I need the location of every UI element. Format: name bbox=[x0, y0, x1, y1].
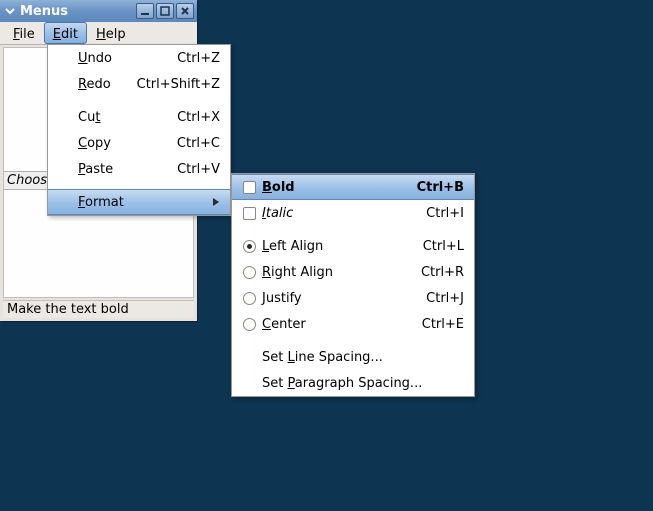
menu-item-italic[interactable]: Italic Ctrl+I bbox=[232, 200, 474, 226]
checkbox-icon bbox=[243, 207, 256, 220]
menu-edit[interactable]: Edit bbox=[44, 22, 87, 44]
format-dropdown: Bold Ctrl+B Italic Ctrl+I Left Align Ctr… bbox=[231, 173, 475, 397]
menu-item-format[interactable]: Format bbox=[48, 189, 230, 215]
menu-item-cut[interactable]: Cut Ctrl+X bbox=[48, 104, 230, 130]
menu-item-line-spacing[interactable]: Set Line Spacing... bbox=[232, 344, 474, 370]
menubar: File Edit Help bbox=[0, 22, 197, 45]
radio-icon bbox=[243, 240, 256, 253]
close-button[interactable] bbox=[176, 3, 194, 19]
hint-text: Choos bbox=[4, 171, 50, 190]
window-title: Menus bbox=[20, 4, 136, 19]
menu-item-paste[interactable]: Paste Ctrl+V bbox=[48, 156, 230, 182]
radio-icon bbox=[243, 292, 256, 305]
menu-item-right-align[interactable]: Right Align Ctrl+R bbox=[232, 259, 474, 285]
statusbar: Make the text bold bbox=[3, 300, 194, 318]
window-menu-icon[interactable] bbox=[5, 6, 15, 16]
checkbox-icon bbox=[243, 181, 256, 194]
radio-icon bbox=[243, 318, 256, 331]
minimize-button[interactable] bbox=[136, 3, 154, 19]
menu-separator bbox=[236, 229, 470, 230]
statusbar-text: Make the text bold bbox=[7, 302, 129, 317]
menu-item-justify[interactable]: Justify Ctrl+J bbox=[232, 285, 474, 311]
menu-item-bold[interactable]: Bold Ctrl+B bbox=[232, 174, 474, 200]
menu-item-paragraph-spacing[interactable]: Set Paragraph Spacing... bbox=[232, 370, 474, 396]
radio-icon bbox=[243, 266, 256, 279]
menu-item-left-align[interactable]: Left Align Ctrl+L bbox=[232, 233, 474, 259]
menu-help[interactable]: Help bbox=[87, 22, 135, 44]
menu-item-redo[interactable]: Redo Ctrl+Shift+Z bbox=[48, 71, 230, 97]
submenu-arrow-icon bbox=[212, 197, 220, 207]
menu-item-undo[interactable]: Undo Ctrl+Z bbox=[48, 45, 230, 71]
titlebar[interactable]: Menus bbox=[0, 0, 197, 22]
menu-file[interactable]: File bbox=[4, 22, 44, 44]
menu-item-center[interactable]: Center Ctrl+E bbox=[232, 311, 474, 337]
edit-dropdown: Undo Ctrl+Z Redo Ctrl+Shift+Z Cut Ctrl+X… bbox=[47, 44, 231, 216]
menu-separator bbox=[52, 100, 226, 101]
menu-item-copy[interactable]: Copy Ctrl+C bbox=[48, 130, 230, 156]
menu-separator bbox=[236, 340, 470, 341]
menu-separator bbox=[52, 185, 226, 186]
maximize-button[interactable] bbox=[156, 3, 174, 19]
